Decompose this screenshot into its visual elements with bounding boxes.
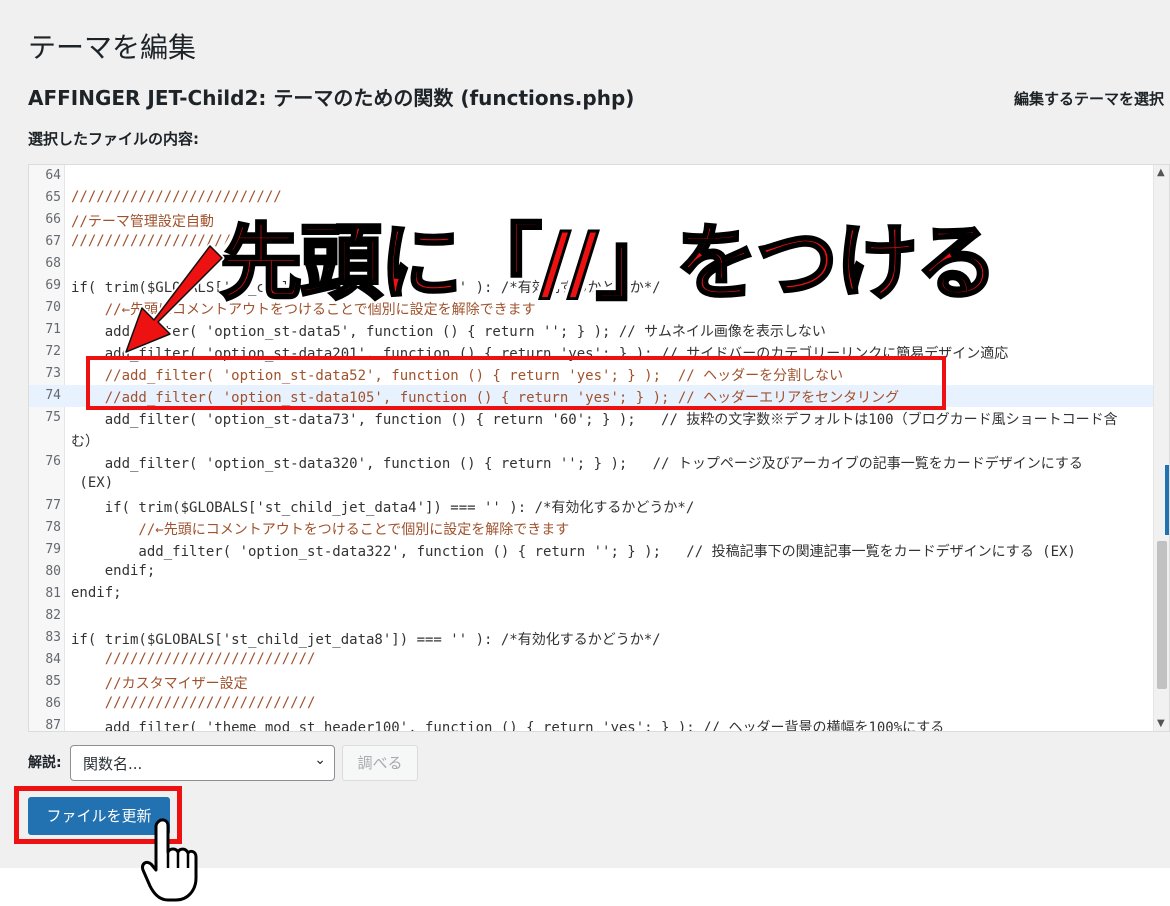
line-number: 64	[45, 168, 61, 183]
page-title: テーマを編集	[28, 31, 197, 64]
code-text: add_filter( 'option_st-data320', functio…	[71, 456, 1083, 472]
code-text: endif;	[71, 563, 156, 579]
scroll-up-icon[interactable]: ▲	[1157, 167, 1165, 178]
line-number: 80	[45, 564, 61, 579]
line-number: 72	[45, 344, 61, 359]
code-line[interactable]: 82	[29, 605, 1153, 627]
code-text: /////////////////////////	[71, 695, 316, 711]
code-line[interactable]: 81 endif;	[29, 583, 1153, 605]
line-number: 65	[45, 190, 61, 205]
lookup-button[interactable]: 調べる	[342, 745, 418, 781]
annotation-text: 先頭に「//」をつける	[219, 215, 1000, 313]
line-number: 73	[45, 366, 61, 381]
code-line[interactable]: 64	[29, 165, 1153, 187]
code-text: //テーマ管理設定自動	[71, 214, 214, 230]
code-text: (EX)	[71, 475, 114, 491]
arrow-icon	[123, 243, 225, 355]
highlight-box-code	[86, 356, 946, 410]
scrollbar-thumb[interactable]	[1157, 541, 1167, 689]
line-number: 75	[45, 410, 61, 425]
chevron-down-icon: ⌄	[314, 752, 326, 768]
pointing-hand-icon	[141, 818, 198, 902]
code-text: add_filter( 'option_st-data322', functio…	[71, 544, 1076, 560]
scroll-marker	[1165, 465, 1169, 535]
code-line[interactable]: 76 add_filter( 'option_st-data320', func…	[29, 451, 1153, 473]
code-line[interactable]: 84 /////////////////////////	[29, 649, 1153, 671]
file-subtitle: AFFINGER JET-Child2: テーマのための関数 (function…	[28, 86, 635, 110]
code-line[interactable]: 85 //カスタマイザー設定	[29, 671, 1153, 693]
line-number: 76	[45, 454, 61, 469]
line-number: 78	[45, 520, 61, 535]
line-number: 69	[45, 278, 61, 293]
editor-scrollbar[interactable]: ▲ ▼	[1153, 165, 1169, 731]
line-number: 84	[45, 652, 61, 667]
code-line[interactable]: 87 add_filter( 'theme_mod_st_header100',…	[29, 715, 1153, 731]
code-text: add_filter( 'option_st-data73', function…	[71, 412, 1118, 428]
line-number: 66	[45, 212, 61, 227]
line-number: 74	[45, 388, 61, 403]
line-number: 85	[45, 674, 61, 689]
line-number: 68	[45, 256, 61, 271]
line-number: 71	[45, 322, 61, 337]
code-line[interactable]: 83 if( trim($GLOBALS['st_child_jet_data8'…	[29, 627, 1153, 649]
scroll-down-icon[interactable]: ▼	[1157, 718, 1165, 729]
code-line[interactable]: 75 add_filter( 'option_st-data73', funct…	[29, 407, 1153, 429]
code-text: //カスタマイザー設定	[71, 676, 248, 692]
file-content-label: 選択したファイルの内容:	[28, 130, 199, 148]
code-line[interactable]: 79 add_filter( 'option_st-data322', func…	[29, 539, 1153, 561]
code-text: //←先頭にコメントアウトをつけることで個別に設定を解除できます	[71, 522, 570, 538]
line-number: 67	[45, 234, 61, 249]
code-line[interactable]: む）	[29, 429, 1153, 451]
code-line[interactable]: 77 if( trim($GLOBALS['st_child_jet_data4…	[29, 495, 1153, 517]
code-line[interactable]: 80 endif;	[29, 561, 1153, 583]
code-text: endif;	[71, 585, 122, 601]
documentation-label: 解説:	[28, 755, 62, 771]
code-text: if( trim($GLOBALS['st_child_jet_data4'])…	[71, 500, 695, 516]
function-name-select[interactable]: 関数名... ⌄	[70, 745, 335, 781]
line-number: 81	[45, 586, 61, 601]
line-number: 79	[45, 542, 61, 557]
function-name-value: 関数名...	[83, 755, 143, 773]
code-line[interactable]: (EX)	[29, 473, 1153, 495]
line-number: 70	[45, 300, 61, 315]
line-number: 83	[45, 630, 61, 645]
code-line[interactable]: 86 /////////////////////////	[29, 693, 1153, 715]
line-number: 87	[45, 718, 61, 731]
theme-select-label: 編集するテーマを選択	[1014, 90, 1165, 108]
line-number: 86	[45, 696, 61, 711]
line-number: 82	[45, 608, 61, 623]
code-text: /////////////////////////	[71, 651, 316, 667]
code-text: む）	[71, 434, 99, 450]
line-number: 77	[45, 498, 61, 513]
code-text: if( trim($GLOBALS['st_child_jet_data8'])…	[71, 632, 661, 648]
code-line[interactable]: 78 //←先頭にコメントアウトをつけることで個別に設定を解除できます	[29, 517, 1153, 539]
code-text: add_filter( 'theme_mod_st_header100', fu…	[71, 720, 945, 731]
